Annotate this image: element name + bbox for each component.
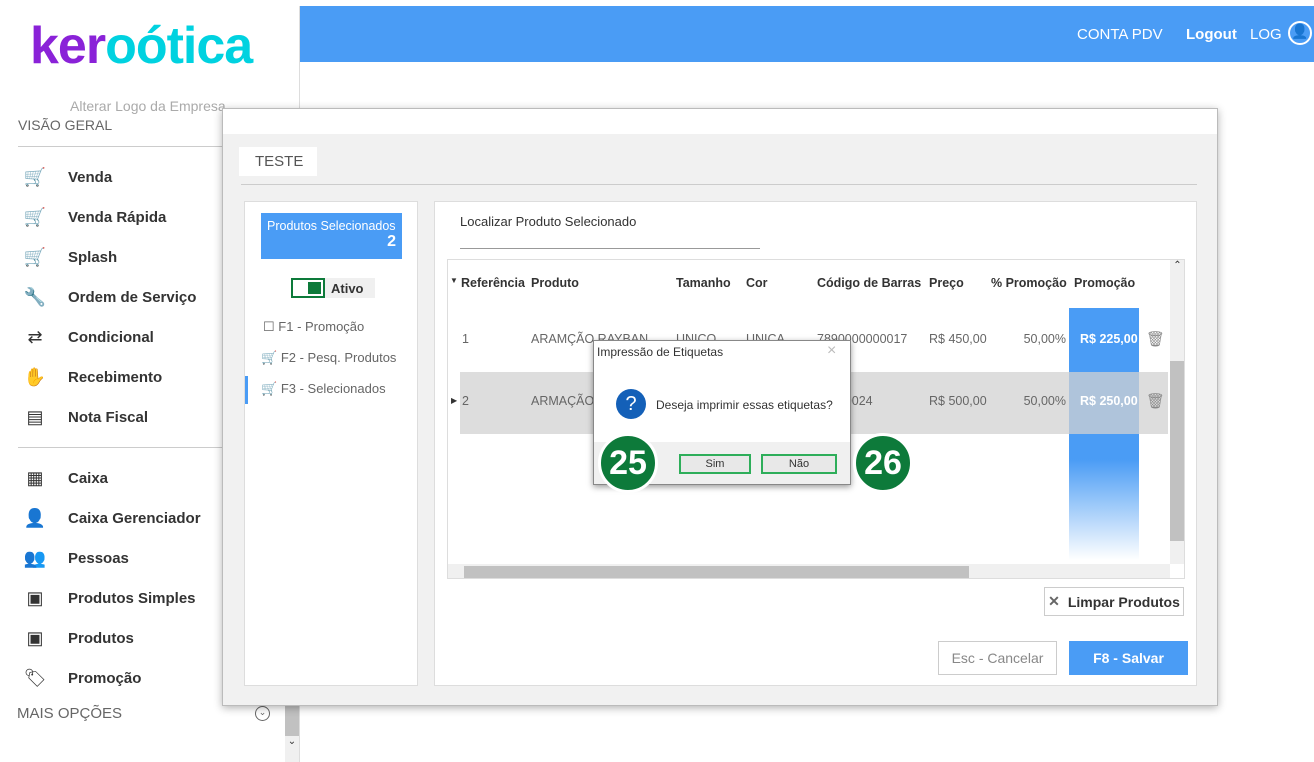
table-cell: 2 bbox=[462, 394, 469, 408]
steps-panel: Produtos Selecionados 2 Ativo ☐ F1 - Pro… bbox=[244, 201, 418, 686]
sidebar-item[interactable]: ⇄ Condicional bbox=[22, 327, 153, 348]
column-header[interactable]: Produto bbox=[531, 276, 579, 290]
table-cell: 50,00% bbox=[1023, 394, 1066, 408]
sidebar-item[interactable]: ▣ Produtos Simples bbox=[22, 588, 195, 609]
people-icon: 👥 bbox=[23, 548, 47, 568]
vertical-scrollbar[interactable]: ⌃ bbox=[1170, 260, 1184, 564]
scrollbar[interactable]: ⌄ bbox=[285, 706, 299, 762]
search-input[interactable] bbox=[460, 248, 760, 249]
yes-button[interactable]: Sim bbox=[679, 454, 751, 474]
question-icon: ? bbox=[616, 389, 646, 419]
table-cell: 50,00% bbox=[1023, 332, 1066, 346]
column-header[interactable]: Código de Barras bbox=[817, 276, 921, 290]
horizontal-scrollbar[interactable] bbox=[448, 564, 1170, 578]
sidebar-item[interactable]: ▦ Caixa bbox=[22, 468, 108, 489]
cart-dollar-icon: 🛒 bbox=[23, 247, 47, 267]
register-icon: ▦ bbox=[26, 468, 44, 488]
step-badge-25: 25 bbox=[598, 433, 658, 493]
row-pointer-icon: ▶ bbox=[451, 396, 458, 405]
top-bar: CONTA PDV Logout LOG 👤 bbox=[300, 6, 1314, 62]
dialog-title: Impressão de Etiquetas bbox=[597, 345, 724, 359]
company-logo: keroótica bbox=[30, 17, 253, 75]
sidebar-item[interactable]: 🛒 Splash bbox=[22, 247, 117, 268]
wrench-icon: 🔧 bbox=[23, 287, 47, 307]
chevron-down-icon[interactable]: ⌄ bbox=[255, 706, 270, 721]
trash-icon[interactable]: 🗑 bbox=[1146, 330, 1165, 348]
cart-icon: 🛒 bbox=[23, 167, 47, 187]
sort-icon: ▼ bbox=[450, 276, 458, 285]
column-header[interactable]: Tamanho bbox=[676, 276, 731, 290]
hand-dollar-icon: ✋ bbox=[23, 367, 47, 387]
step-f1[interactable]: ☐ F1 - Promoção bbox=[263, 319, 364, 335]
no-button[interactable]: Não bbox=[761, 454, 837, 474]
column-header[interactable]: Cor bbox=[746, 276, 768, 290]
sidebar-item[interactable]: 🛒 Venda bbox=[22, 167, 112, 188]
box-icon: ▣ bbox=[26, 588, 44, 608]
box-icon: ▣ bbox=[26, 628, 44, 648]
user-dollar-icon: 👤 bbox=[23, 508, 47, 528]
dialog-message: Deseja imprimir essas etiquetas? bbox=[656, 398, 833, 412]
cancel-button[interactable]: Esc - Cancelar bbox=[938, 641, 1057, 675]
column-header[interactable]: % Promoção bbox=[991, 276, 1067, 290]
column-header[interactable]: Referência bbox=[461, 276, 525, 290]
search-label: Localizar Produto Selecionado bbox=[460, 214, 637, 229]
close-icon[interactable]: × bbox=[827, 342, 836, 360]
user-icon[interactable]: 👤 bbox=[1288, 21, 1312, 45]
sidebar-item[interactable]: 👥 Pessoas bbox=[22, 548, 129, 569]
sidebar-item[interactable]: 🛒 Venda Rápida bbox=[22, 207, 167, 228]
table-cell: R$ 250,00 bbox=[1080, 394, 1138, 408]
modal-title: TESTE bbox=[239, 147, 318, 176]
table-cell: R$ 500,00 bbox=[929, 394, 987, 408]
logout-link[interactable]: Logout bbox=[1186, 26, 1237, 43]
selected-products-card: Produtos Selecionados 2 bbox=[261, 213, 402, 259]
conta-pdv-link[interactable]: CONTA PDV bbox=[1077, 26, 1163, 43]
cart-icon: 🛒 bbox=[23, 207, 47, 227]
sidebar-item[interactable]: 🏷 Promoção bbox=[22, 668, 142, 689]
column-header[interactable]: Promoção bbox=[1074, 276, 1135, 290]
more-options[interactable]: MAIS OPÇÕES bbox=[17, 705, 122, 722]
sidebar-item[interactable]: 🔧 Ordem de Serviço bbox=[22, 287, 197, 308]
section-label: VISÃO GERAL bbox=[18, 117, 113, 130]
table-cell: R$ 450,00 bbox=[929, 332, 987, 346]
step-f2[interactable]: 🛒 F2 - Pesq. Produtos bbox=[261, 350, 396, 366]
sidebar-item[interactable]: ▣ Produtos bbox=[22, 628, 133, 649]
cart-arrows-icon: ⇄ bbox=[27, 327, 43, 347]
column-header[interactable]: Preço bbox=[929, 276, 964, 290]
active-toggle[interactable]: Ativo bbox=[291, 278, 375, 298]
change-logo-link[interactable]: Alterar Logo da Empresa bbox=[70, 98, 226, 114]
save-button[interactable]: F8 - Salvar bbox=[1069, 641, 1188, 675]
table-cell: R$ 225,00 bbox=[1080, 332, 1138, 346]
log-link[interactable]: LOG bbox=[1250, 26, 1282, 43]
nfe-icon: ▤ bbox=[26, 407, 44, 427]
sidebar-item[interactable]: ✋ Recebimento bbox=[22, 367, 162, 388]
sidebar-item[interactable]: ▤ Nota Fiscal bbox=[22, 407, 148, 428]
step-badge-26: 26 bbox=[853, 433, 913, 493]
sidebar-item[interactable]: 👤 Caixa Gerenciador bbox=[22, 508, 201, 529]
step-f3[interactable]: 🛒 F3 - Selecionados bbox=[261, 381, 386, 397]
clear-products-button[interactable]: ✕ Limpar Produtos bbox=[1044, 587, 1184, 616]
table-cell: ARMAÇÃO I bbox=[531, 394, 602, 408]
tag-icon: 🏷 bbox=[23, 668, 47, 688]
trash-icon[interactable]: 🗑 bbox=[1146, 392, 1165, 410]
table-cell: 1 bbox=[462, 332, 469, 346]
